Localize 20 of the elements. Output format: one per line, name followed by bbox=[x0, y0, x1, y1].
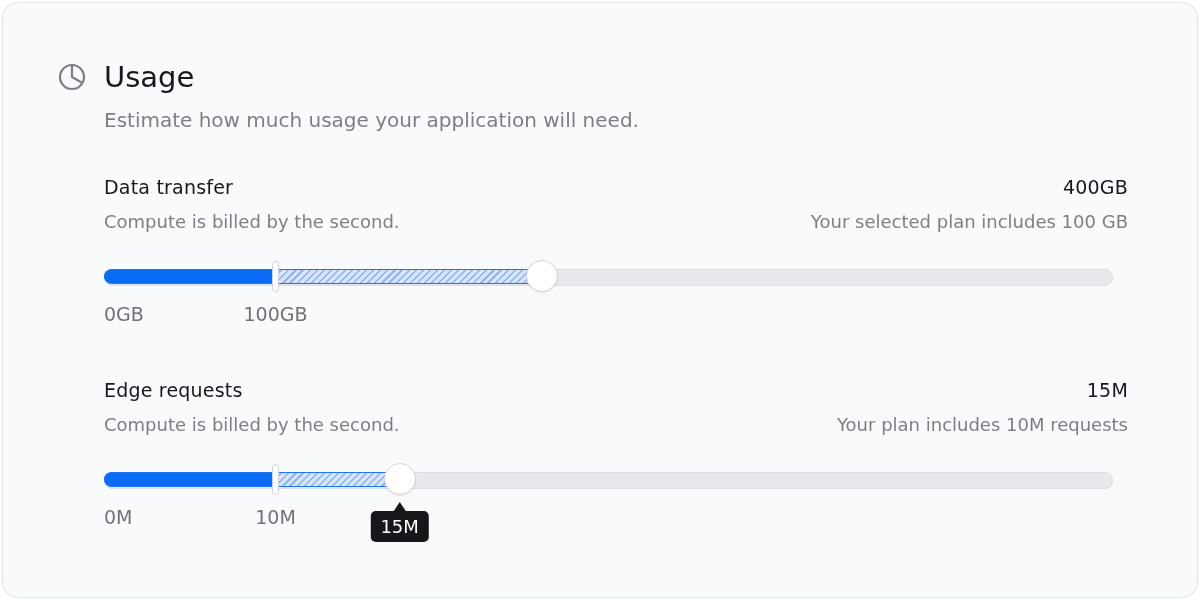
setting-description: Compute is billed by the second. bbox=[104, 413, 400, 437]
slider-track[interactable] bbox=[104, 259, 1113, 293]
slider-track[interactable] bbox=[104, 462, 1113, 496]
card-title: Usage bbox=[104, 59, 195, 95]
card-subtitle: Estimate how much usage your application will need. bbox=[104, 107, 639, 134]
setting-value: 15M bbox=[1086, 378, 1128, 402]
scale-label: 0M bbox=[104, 505, 133, 529]
slider-thumb[interactable] bbox=[383, 463, 416, 495]
setting-description: Compute is billed by the second. bbox=[104, 210, 400, 234]
scale-label: 10M bbox=[255, 505, 296, 529]
setting-label: Data transfer bbox=[104, 175, 234, 199]
setting-value: 400GB bbox=[1062, 175, 1128, 199]
value-tooltip: 15M bbox=[370, 502, 429, 542]
slider-thumb[interactable] bbox=[525, 260, 558, 292]
plan-note: Your plan includes 10M requests bbox=[837, 413, 1128, 437]
scale-label: 100GB bbox=[243, 302, 308, 326]
scale-label: 0GB bbox=[104, 302, 144, 326]
plan-note: Your selected plan includes 100 GB bbox=[810, 210, 1128, 234]
setting-label: Edge requests bbox=[104, 378, 243, 402]
pie-chart-icon bbox=[58, 63, 86, 91]
